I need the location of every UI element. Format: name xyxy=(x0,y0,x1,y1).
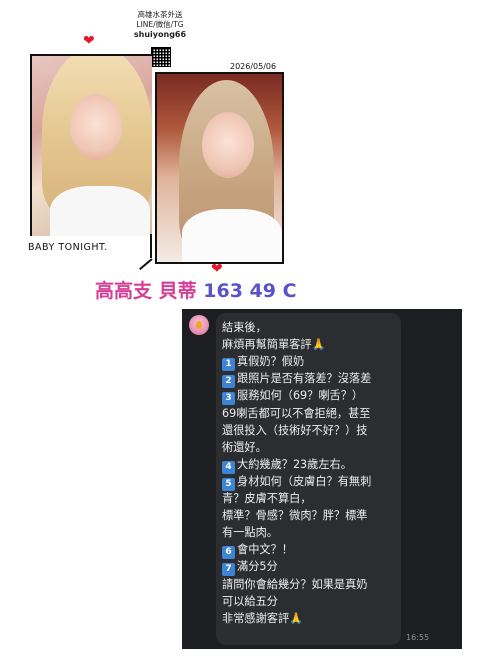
headline: 高高支 貝蒂 163 49 C xyxy=(95,276,297,303)
photo-right xyxy=(155,72,284,264)
message-text: 69喇舌都可以不會拒絕，甚至 xyxy=(222,406,371,420)
message-line: 青？皮膚不算白， xyxy=(222,491,312,506)
message-line: 非常感謝客評🙏 xyxy=(222,611,303,626)
frame-line xyxy=(150,234,152,258)
number-badge-icon: 7 xyxy=(222,563,235,577)
headline-name: 高高支 貝蒂 xyxy=(95,280,197,302)
heart-icon: ❤ xyxy=(83,33,95,49)
message-text: 服務如何（69？喇舌？） xyxy=(237,389,364,403)
message-line: 可以給五分 xyxy=(222,594,278,609)
message-line: 1 真假奶？假奶 xyxy=(222,354,305,372)
message-line: 7 滿分5分 xyxy=(222,559,278,577)
message-text: 麻煩再幫簡單客評🙏 xyxy=(222,338,326,352)
message-text: 還很投入（技術好不好？）技 xyxy=(222,423,368,437)
number-badge-icon: 6 xyxy=(222,546,235,560)
top-shape xyxy=(182,209,282,262)
message-text: 結束後， xyxy=(222,321,267,334)
headline-stats: 163 49 C xyxy=(203,280,297,302)
message-text: 有一點肉。 xyxy=(222,526,278,540)
face-shape xyxy=(202,112,254,178)
message-line: 有一點肉。 xyxy=(222,525,278,540)
message-text: 標準？骨感？微肉？胖？標準 xyxy=(222,509,368,523)
number-badge-icon: 1 xyxy=(222,358,235,372)
message-text: 非常感謝客評🙏 xyxy=(222,611,304,625)
avatar xyxy=(189,315,209,335)
message-line: 2 跟照片是否有落差？沒落差 xyxy=(222,371,372,389)
frame-line xyxy=(139,258,153,271)
message-line: 還很投入（技術好不好？）技 xyxy=(222,423,367,438)
message-line: 術還好。 xyxy=(222,440,267,455)
chat-screenshot: 結束後， 麻煩再幫簡單客評🙏 1 真假奶？假奶 2 跟照片是否有落差？沒落差 3 服務如何（6… xyxy=(182,309,462,649)
message-text: 術還好。 xyxy=(222,440,267,454)
message-text: 身材如何（皮膚白？有無刺 xyxy=(237,474,372,488)
message-line: 69喇舌都可以不會拒絕，甚至 xyxy=(222,406,371,421)
message-text: 會中文？！ xyxy=(237,543,293,557)
header-handle: shuiyong66 xyxy=(133,30,187,39)
number-badge-icon: 2 xyxy=(222,375,235,389)
qr-code xyxy=(151,47,171,67)
header-line1: 高雄水茶外送 xyxy=(137,10,183,19)
message-line: 請問你會給幾分？如果是真奶 xyxy=(222,577,367,592)
number-badge-icon: 5 xyxy=(222,477,235,491)
number-badge-icon: 3 xyxy=(222,392,235,406)
message-line: 結束後， xyxy=(222,320,267,335)
message-text: 大約幾歲？23歲左右。 xyxy=(237,457,352,471)
message-text: 可以給五分 xyxy=(222,594,278,608)
face-shape xyxy=(70,94,122,160)
number-badge-icon: 4 xyxy=(222,460,235,474)
message-line: 6 會中文？！ xyxy=(222,542,293,560)
date-label: 2026/05/06 xyxy=(230,62,277,71)
photo-left xyxy=(30,54,152,236)
message-line: 麻煩再幫簡單客評🙏 xyxy=(222,337,325,352)
message-line: 4 大約幾歲？23歲左右。 xyxy=(222,457,352,474)
message-line: 3 服務如何（69？喇舌？） xyxy=(222,388,364,406)
message-time: 16:55 xyxy=(406,633,430,642)
message-text: 滿分5分 xyxy=(237,560,278,574)
message-text: 請問你會給幾分？如果是真奶 xyxy=(222,577,368,591)
message-line: 5 身材如何（皮膚白？有無刺 xyxy=(222,474,371,491)
top-shape xyxy=(50,186,150,236)
message-text: 真假奶？假奶 xyxy=(237,355,305,369)
message-text: 跟照片是否有落差？沒落差 xyxy=(237,372,372,386)
heart-icon: ❤ xyxy=(211,261,223,277)
message-line: 標準？骨感？微肉？胖？標準 xyxy=(222,508,367,523)
contact-header: 高雄水茶外送 LINE/微信/TG shuiyong66 xyxy=(125,10,195,40)
caption: BABY TONIGHT. xyxy=(28,242,108,253)
message-text: 青？皮膚不算白， xyxy=(222,492,312,505)
header-line2: LINE/微信/TG xyxy=(136,20,184,29)
